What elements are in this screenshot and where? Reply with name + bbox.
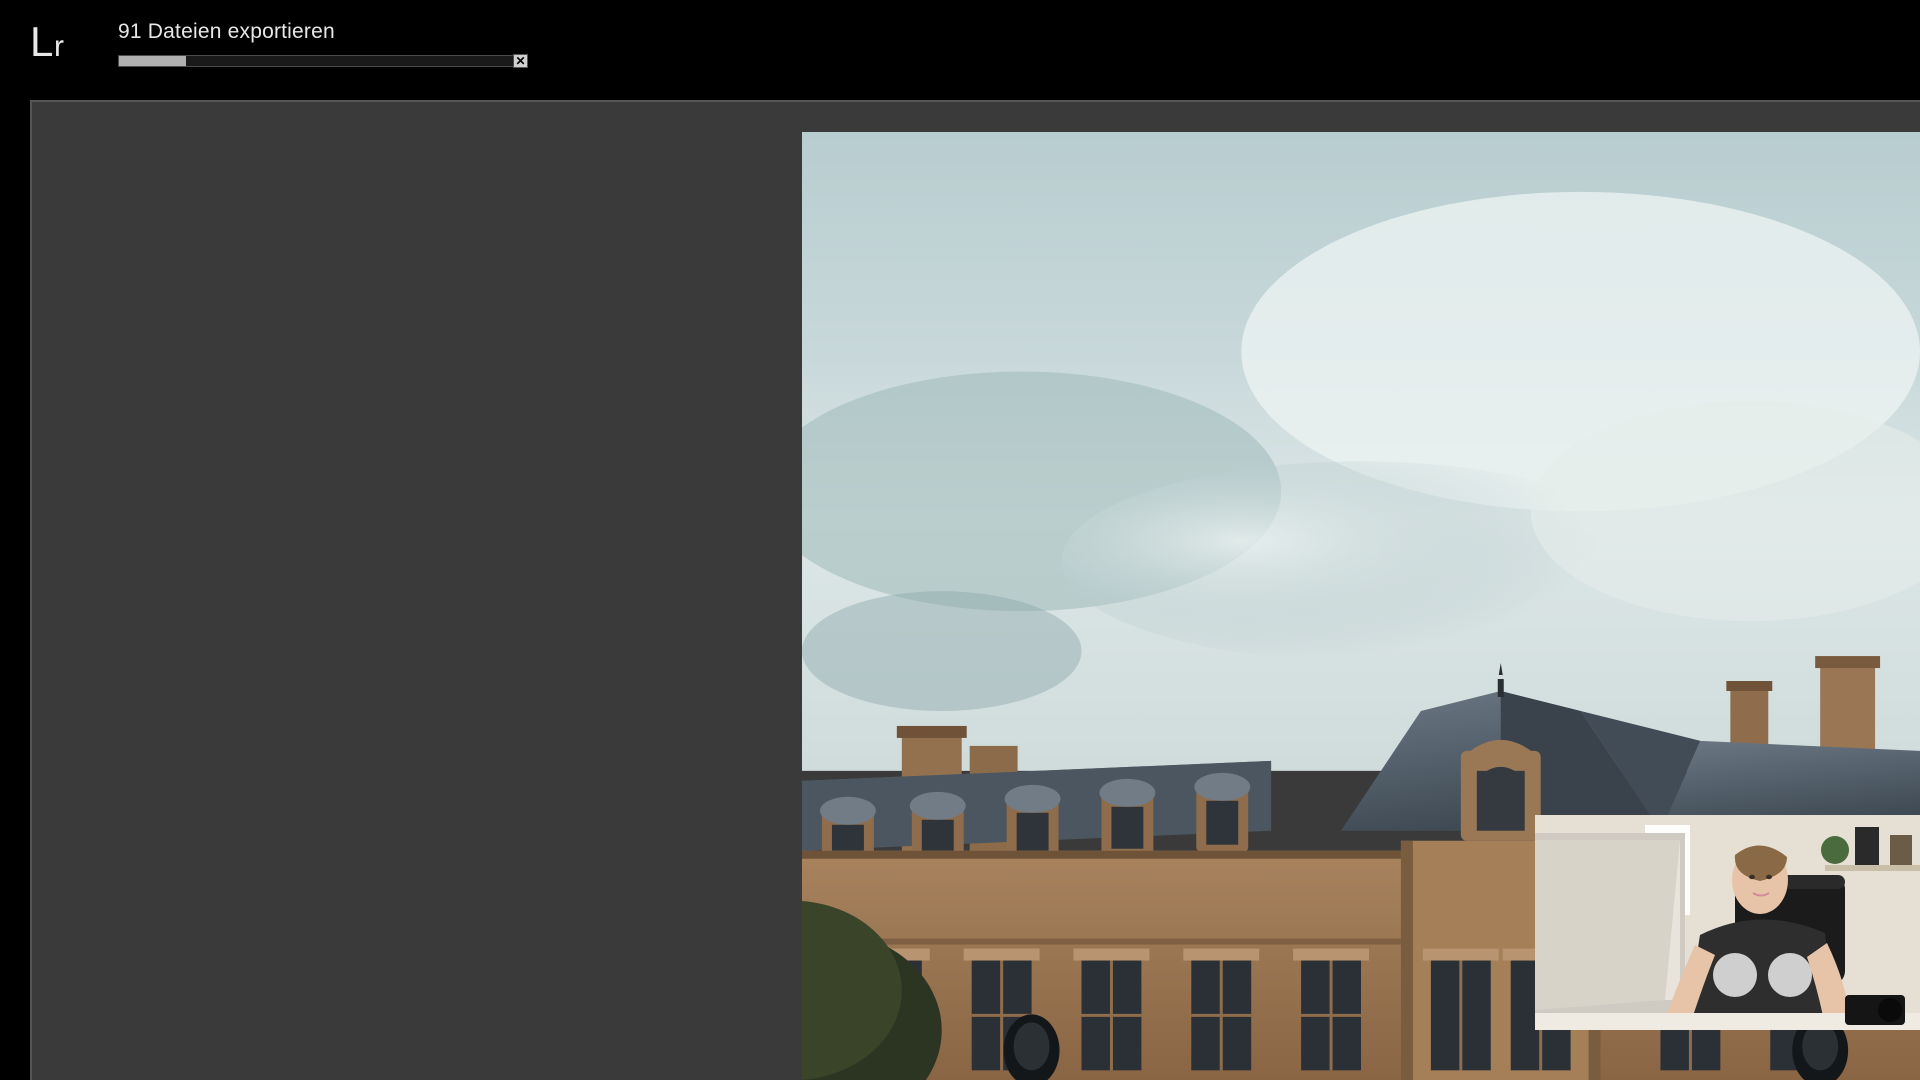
export-progress-label: 91 Dateien exportieren bbox=[118, 20, 528, 44]
svg-text:L: L bbox=[30, 18, 53, 65]
export-progress-fill bbox=[119, 56, 186, 66]
app-logo-icon: L r bbox=[30, 18, 82, 70]
workspace-panel bbox=[30, 100, 1920, 1080]
svg-text:r: r bbox=[54, 30, 64, 63]
top-bar: L r 91 Dateien exportieren ✕ bbox=[0, 0, 1920, 100]
export-progress-block: 91 Dateien exportieren ✕ bbox=[118, 20, 528, 68]
close-icon: ✕ bbox=[515, 55, 525, 67]
webcam-overlay bbox=[1535, 815, 1920, 1030]
export-progress-row: ✕ bbox=[118, 54, 528, 68]
export-cancel-button[interactable]: ✕ bbox=[513, 54, 528, 68]
webcam-image bbox=[1535, 815, 1920, 1030]
export-progress-bar bbox=[118, 55, 514, 67]
